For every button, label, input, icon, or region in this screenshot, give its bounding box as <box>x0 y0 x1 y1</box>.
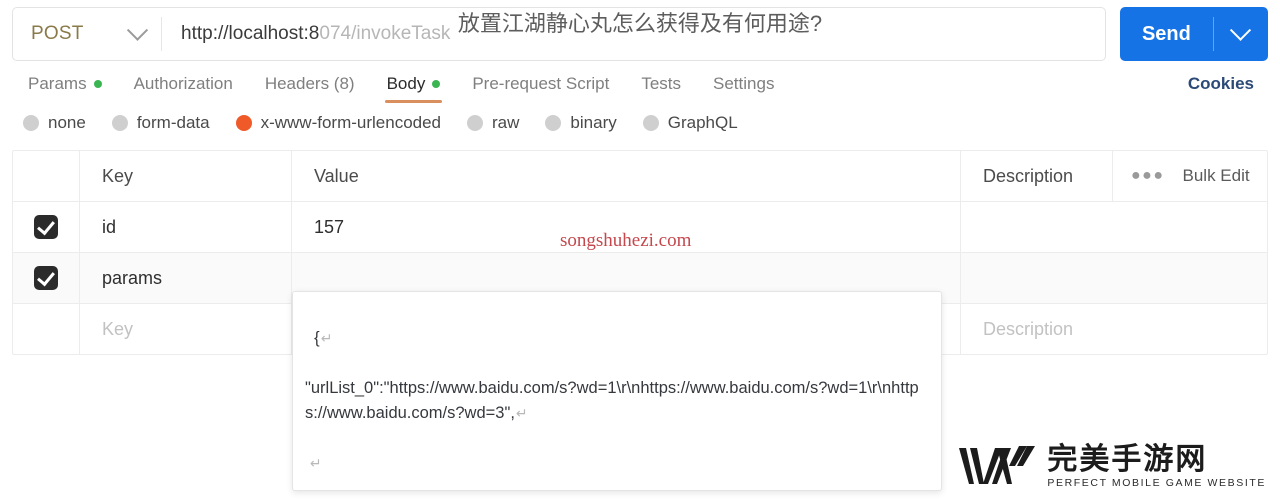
body-type-binary[interactable]: binary <box>545 113 617 133</box>
ellipsis-icon[interactable]: ●●● <box>1131 167 1165 185</box>
tab-label: Pre-request Script <box>472 74 610 93</box>
crlf-icon: ↵ <box>515 405 528 421</box>
http-method-label: POST <box>31 23 84 44</box>
header-cell-value: Value <box>292 151 961 201</box>
row-description-cell[interactable] <box>961 202 1267 252</box>
bulk-edit-button[interactable]: Bulk Edit <box>1183 166 1250 186</box>
row-checkbox-cell[interactable] <box>13 253 80 303</box>
row-value-cell[interactable]: 157 <box>292 202 961 252</box>
body-type-graphql[interactable]: GraphQL <box>642 113 738 133</box>
chevron-down-icon <box>1230 19 1252 41</box>
tab-settings[interactable]: Settings <box>697 62 790 106</box>
row-key-cell[interactable]: params <box>80 253 292 303</box>
radio-label: none <box>48 113 86 132</box>
url-box: POST http://localhost:8074/invokeTask <box>12 7 1106 61</box>
radio-label: GraphQL <box>667 113 738 132</box>
radio-icon <box>23 115 39 131</box>
url-text-dim: 074/invokeTask <box>319 23 451 44</box>
checkbox-checked-icon[interactable] <box>34 215 58 239</box>
value-editor-textarea[interactable]: {↵ "urlList_0":"https://www.baidu.com/s?… <box>292 291 942 491</box>
crlf-icon: ↵ <box>306 455 322 471</box>
request-bar: POST http://localhost:8074/invokeTask Se… <box>0 0 1280 62</box>
tab-label: Settings <box>713 74 775 93</box>
send-options-button[interactable] <box>1214 7 1268 61</box>
radio-icon <box>642 115 659 131</box>
body-type-raw[interactable]: raw <box>467 113 519 133</box>
table-header-row: Key Value Description ●●● Bulk Edit <box>13 151 1267 202</box>
row-checkbox-cell[interactable] <box>13 304 80 354</box>
tab-label: Body <box>386 74 426 93</box>
editor-line: { <box>314 329 320 347</box>
brand-logo-watermark: 完美手游网 PERFECT MOBILE GAME WEBSITE <box>957 444 1266 490</box>
body-type-radio-group: none form-data x-www-form-urlencoded raw… <box>0 106 1280 144</box>
tab-label: Params <box>28 74 87 93</box>
row-description-cell[interactable] <box>961 253 1267 303</box>
tab-authorization[interactable]: Authorization <box>118 62 249 106</box>
http-method-select[interactable]: POST <box>13 8 161 60</box>
radio-label: raw <box>492 113 520 132</box>
send-button[interactable]: Send <box>1120 7 1213 61</box>
tab-headers[interactable]: Headers (8) <box>249 62 371 106</box>
chevron-down-icon <box>126 19 149 41</box>
body-type-form-data[interactable]: form-data <box>111 113 210 133</box>
editor-line: "urlList_0":"https://www.baidu.com/s?wd=… <box>305 379 919 422</box>
tab-pre-request-script[interactable]: Pre-request Script <box>456 62 625 106</box>
header-cell-checkbox <box>13 151 80 201</box>
body-type-none[interactable]: none <box>23 113 86 133</box>
new-key-input[interactable]: Key <box>80 304 292 354</box>
new-description-input[interactable]: Description <box>961 304 1267 354</box>
url-input[interactable]: http://localhost:8074/invokeTask <box>162 23 1105 45</box>
tab-label: Headers (8) <box>264 74 355 93</box>
radio-label: x-www-form-urlencoded <box>260 113 442 132</box>
checkbox-checked-icon[interactable] <box>34 266 58 290</box>
status-dot-icon <box>432 80 441 88</box>
status-dot-icon <box>93 80 102 88</box>
request-tabs: Params Authorization Headers (8) Body Pr… <box>0 62 1280 106</box>
table-actions: ●●● Bulk Edit <box>1113 151 1267 201</box>
w-logo-icon <box>959 446 1036 484</box>
radio-label: form-data <box>136 113 210 132</box>
table-row: id 157 <box>13 202 1267 253</box>
body-type-x-www-form-urlencoded[interactable]: x-www-form-urlencoded <box>235 113 442 133</box>
row-key-cell[interactable]: id <box>80 202 292 252</box>
brand-name-cn: 完美手游网 <box>1047 443 1208 476</box>
url-text-strong: http://localhost:8 <box>181 23 320 44</box>
cookies-link[interactable]: Cookies <box>1188 74 1254 94</box>
tab-body[interactable]: Body <box>371 62 457 106</box>
radio-selected-icon <box>235 115 252 131</box>
radio-label: binary <box>570 113 617 132</box>
radio-icon <box>111 115 128 131</box>
tab-label: Tests <box>641 74 682 93</box>
radio-icon <box>467 115 484 131</box>
header-cell-key: Key <box>80 151 292 201</box>
crlf-icon: ↵ <box>320 330 333 346</box>
brand-name-en: PERFECT MOBILE GAME WEBSITE <box>1047 477 1266 489</box>
tab-params[interactable]: Params <box>12 62 118 106</box>
tab-label: Authorization <box>133 74 233 93</box>
header-cell-description: Description <box>961 151 1113 201</box>
row-checkbox-cell[interactable] <box>13 202 80 252</box>
send-button-group: Send <box>1120 7 1268 61</box>
brand-logo-text: 完美手游网 PERFECT MOBILE GAME WEBSITE <box>1047 444 1266 490</box>
radio-icon <box>545 115 562 131</box>
tab-tests[interactable]: Tests <box>625 62 697 106</box>
